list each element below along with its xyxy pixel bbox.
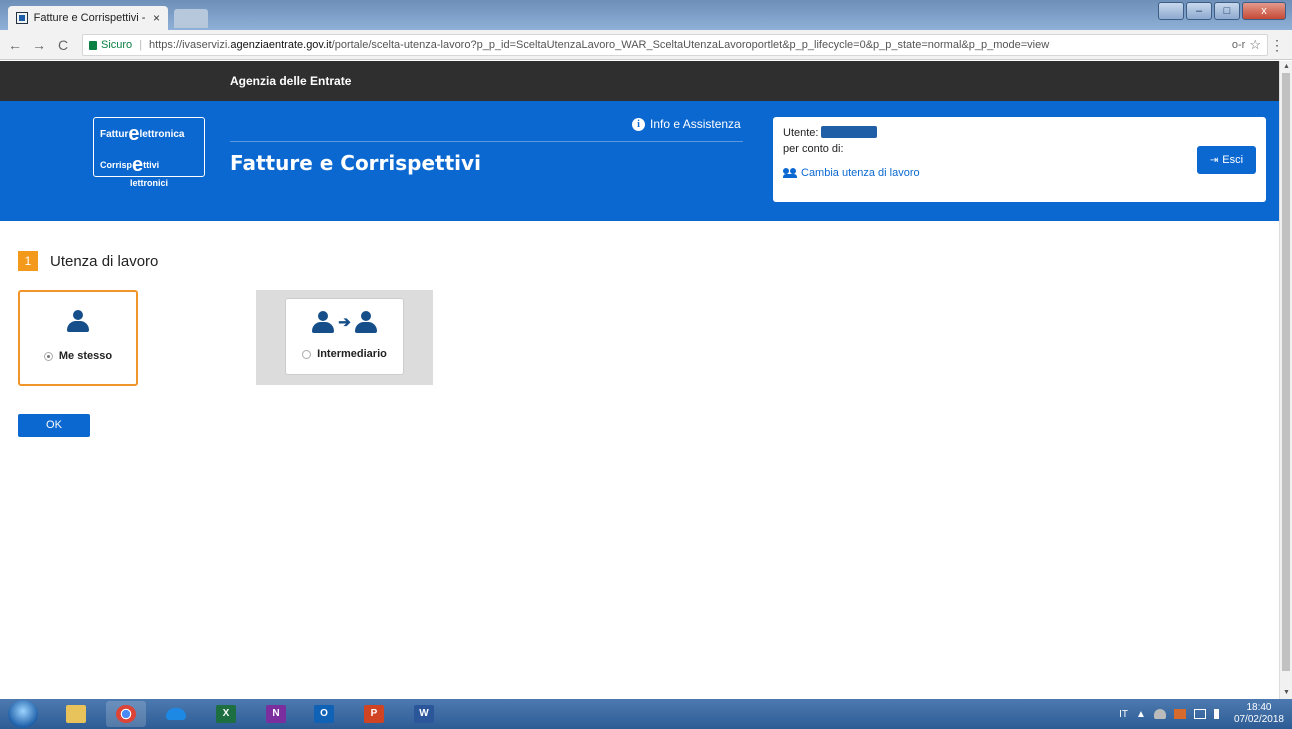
intermediario-label: Intermediario	[317, 348, 387, 360]
browser-tab-bar: Fatture e Corrispettivi - S × – □ x	[0, 0, 1292, 30]
key-icon[interactable]: o-r	[1232, 39, 1245, 51]
intermediario-radio[interactable]	[302, 349, 312, 359]
vertical-scrollbar[interactable]: ▲ ▼	[1279, 61, 1292, 701]
network-icon[interactable]	[1193, 709, 1206, 719]
outlook-icon: O	[314, 705, 334, 723]
step-number-badge: 1	[18, 251, 38, 271]
user-icon	[354, 311, 377, 333]
forward-icon[interactable]: →	[32, 37, 46, 53]
browser-menu-icon[interactable]: ⋮	[1270, 37, 1284, 54]
onenote-icon: N	[266, 705, 286, 723]
chrome-icon	[116, 705, 136, 723]
info-icon: i	[632, 117, 645, 131]
window-restore-button[interactable]	[1158, 2, 1184, 20]
step-label: Utenza di lavoro	[50, 252, 159, 270]
clock-date: 07/02/2018	[1233, 714, 1284, 725]
user-label: Utente:	[783, 127, 819, 139]
onedrive-button[interactable]	[156, 701, 196, 727]
window-minimize-button[interactable]: –	[1186, 2, 1212, 20]
cloud-icon	[166, 708, 186, 720]
address-bar: ← → C Sicuro | https://ivaservizi.agenzi…	[0, 30, 1292, 60]
onenote-button[interactable]: N	[256, 701, 296, 727]
exit-button[interactable]: ⇥ Esci	[1197, 146, 1256, 174]
clock-time: 18:40	[1246, 702, 1272, 713]
header-divider	[230, 141, 743, 142]
arrow-right-icon: ➔	[338, 314, 351, 331]
window-maximize-button[interactable]: □	[1214, 2, 1240, 20]
me-stesso-radio[interactable]	[43, 351, 53, 361]
site-favicon-icon	[16, 12, 28, 24]
powerpoint-icon: P	[364, 705, 384, 723]
volume-icon[interactable]	[1213, 709, 1226, 719]
choice-me-stesso[interactable]: Me stesso	[18, 290, 138, 386]
page-viewport: Agenzia delle Entrate Fatturelettronica …	[0, 61, 1279, 681]
user-icon	[312, 311, 335, 333]
redacted-user-id	[821, 126, 878, 138]
window-close-button[interactable]: x	[1242, 2, 1286, 20]
tools-tray-icon[interactable]	[1173, 709, 1186, 719]
sign-out-icon: ⇥	[1209, 154, 1219, 166]
users-icon	[783, 168, 797, 178]
on-behalf-label: per conto di:	[783, 143, 844, 155]
start-button[interactable]	[8, 700, 38, 728]
info-assistance-link[interactable]: i Info e Assistenza	[632, 117, 741, 131]
step-heading: 1 Utenza di lavoro	[18, 251, 158, 271]
fatture-elettroniche-logo[interactable]: Fatturelettronica Corrispettivi lettroni…	[93, 117, 205, 188]
tab-title: Fatture e Corrispettivi - S	[33, 12, 147, 24]
excel-button[interactable]: X	[206, 701, 246, 727]
chrome-button[interactable]	[106, 701, 146, 727]
file-explorer-button[interactable]	[56, 701, 96, 727]
scrollbar-thumb[interactable]	[1282, 73, 1290, 671]
window-controls: – □ x	[1158, 2, 1286, 20]
ok-button[interactable]: OK	[18, 414, 90, 437]
powerpoint-button[interactable]: P	[354, 701, 394, 727]
user-icon	[67, 310, 89, 332]
url-text: https://ivaservizi.agenziaentrate.gov.it…	[149, 39, 1050, 51]
tab-close-icon[interactable]: ×	[153, 11, 160, 25]
change-workspace-label: Cambia utenza di lavoro	[801, 167, 920, 179]
page-title: Fatture e Corrispettivi	[230, 151, 481, 175]
lock-icon	[89, 40, 97, 50]
windows-taskbar: X N O P W IT ▲ 18:40 07/02/2018	[0, 699, 1292, 729]
url-input[interactable]: Sicuro | https://ivaservizi.agenziaentra…	[82, 34, 1268, 56]
user-panel: Utente: per conto di: Cambia utenza di l…	[773, 117, 1266, 202]
browser-tab[interactable]: Fatture e Corrispettivi - S ×	[8, 6, 168, 30]
cloud-tray-icon[interactable]	[1153, 709, 1166, 719]
outlook-button[interactable]: O	[304, 701, 344, 727]
agency-bar[interactable]: Agenzia delle Entrate	[0, 61, 1279, 101]
exit-label: Esci	[1222, 154, 1244, 166]
choice-intermediario[interactable]: ➔ Intermediario	[285, 298, 404, 375]
tray-expand-icon[interactable]: ▲	[1136, 709, 1146, 720]
reload-icon[interactable]: C	[56, 37, 70, 53]
secure-label: Sicuro	[101, 39, 133, 51]
info-assistance-label: Info e Assistenza	[650, 117, 741, 131]
change-workspace-link[interactable]: Cambia utenza di lavoro	[783, 167, 1256, 179]
system-tray: IT ▲ 18:40 07/02/2018	[1119, 699, 1284, 729]
folder-icon	[66, 705, 86, 723]
excel-icon: X	[216, 705, 236, 723]
scroll-up-icon[interactable]: ▲	[1283, 63, 1290, 70]
scroll-down-icon[interactable]: ▼	[1283, 689, 1290, 696]
word-icon: W	[414, 705, 434, 723]
bookmark-star-icon[interactable]: ☆	[1249, 37, 1261, 53]
url-separator: |	[139, 39, 143, 51]
language-indicator[interactable]: IT	[1119, 709, 1128, 720]
word-button[interactable]: W	[404, 701, 444, 727]
new-tab-button[interactable]	[174, 9, 208, 28]
me-stesso-label: Me stesso	[58, 350, 113, 362]
site-header: Fatturelettronica Corrispettivi lettroni…	[0, 101, 1279, 221]
clock[interactable]: 18:40 07/02/2018	[1234, 702, 1284, 726]
back-icon[interactable]: ←	[8, 37, 22, 53]
